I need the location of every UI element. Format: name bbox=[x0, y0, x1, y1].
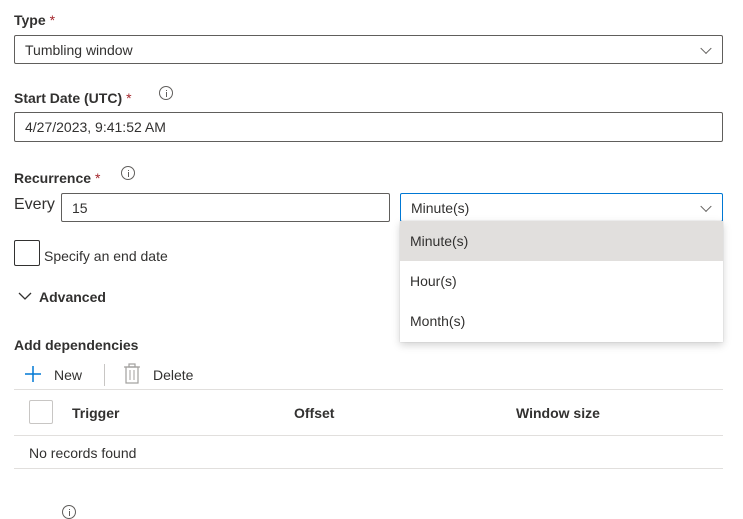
delete-button[interactable]: Delete bbox=[122, 362, 212, 388]
advanced-label: Advanced bbox=[39, 289, 106, 305]
interval-input[interactable]: 15 bbox=[61, 193, 390, 222]
unit-dropdown-list: Minute(s) Hour(s) Month(s) bbox=[400, 221, 723, 342]
type-select-value: Tumbling window bbox=[25, 41, 133, 58]
required-mark: * bbox=[126, 90, 132, 106]
start-date-label-text: Start Date (UTC) bbox=[14, 90, 123, 106]
table-header-divider bbox=[14, 435, 723, 436]
delete-button-label: Delete bbox=[153, 367, 194, 383]
info-icon[interactable] bbox=[62, 505, 76, 519]
unit-select-value: Minute(s) bbox=[411, 199, 470, 216]
column-header-offset[interactable]: Offset bbox=[294, 405, 334, 421]
start-date-input[interactable]: 4/27/2023, 9:41:52 AM bbox=[14, 112, 723, 142]
toolbar-divider bbox=[104, 364, 105, 386]
info-icon[interactable] bbox=[121, 166, 135, 180]
chevron-down-icon bbox=[700, 200, 712, 212]
add-icon bbox=[25, 366, 41, 382]
advanced-toggle[interactable]: Advanced bbox=[14, 288, 124, 308]
interval-value: 15 bbox=[72, 199, 88, 216]
start-date-value: 4/27/2023, 9:41:52 AM bbox=[25, 119, 166, 135]
unit-option-months[interactable]: Month(s) bbox=[400, 301, 723, 341]
start-date-label: Start Date (UTC) * bbox=[14, 90, 132, 106]
every-label: Every bbox=[14, 196, 55, 213]
table-bottom-divider bbox=[14, 468, 723, 469]
table-top-divider bbox=[14, 389, 723, 390]
new-button-label: New bbox=[54, 367, 83, 383]
type-label-text: Type bbox=[14, 12, 46, 28]
type-select[interactable]: Tumbling window bbox=[14, 35, 723, 64]
info-icon[interactable] bbox=[159, 86, 173, 100]
column-header-window-size[interactable]: Window size bbox=[516, 405, 600, 421]
end-date-checkbox[interactable] bbox=[14, 240, 40, 266]
required-mark: * bbox=[95, 170, 101, 186]
column-header-trigger[interactable]: Trigger bbox=[72, 405, 119, 421]
empty-table-message: No records found bbox=[29, 445, 137, 461]
chevron-down-icon bbox=[700, 42, 712, 54]
unit-option-hours[interactable]: Hour(s) bbox=[400, 261, 723, 301]
dependencies-title: Add dependencies bbox=[14, 337, 139, 353]
type-label: Type * bbox=[14, 12, 55, 28]
end-date-checkbox-label[interactable]: Specify an end date bbox=[44, 248, 168, 264]
unit-select[interactable]: Minute(s) bbox=[400, 193, 723, 222]
recurrence-label: Recurrence * bbox=[14, 170, 101, 186]
required-mark: * bbox=[49, 12, 56, 28]
recurrence-label-text: Recurrence bbox=[14, 170, 92, 186]
chevron-down-icon bbox=[18, 292, 32, 300]
new-button[interactable]: New bbox=[22, 362, 92, 388]
trash-icon bbox=[124, 363, 140, 384]
select-all-checkbox[interactable] bbox=[29, 400, 53, 424]
unit-option-minutes[interactable]: Minute(s) bbox=[400, 221, 723, 261]
